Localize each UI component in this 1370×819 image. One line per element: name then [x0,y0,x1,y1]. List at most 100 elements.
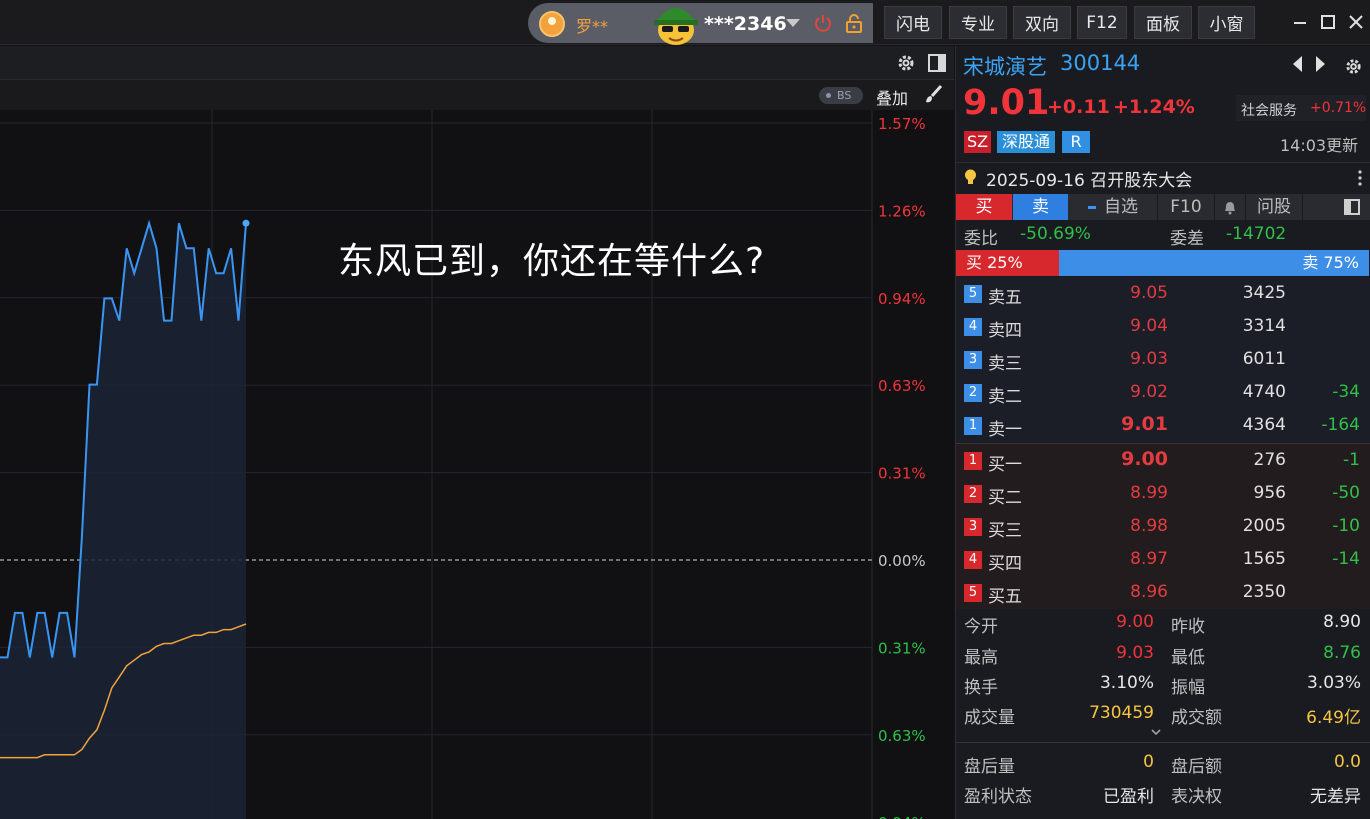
y-axis-label: 0.31% [878,465,926,483]
ratio-label: 委比 [964,229,998,249]
maximize-icon[interactable] [1318,12,1338,32]
pro-button[interactable]: 专业 [949,6,1007,39]
helmet-mascot-icon [654,8,698,45]
level-price[interactable]: 9.05 [1130,283,1168,303]
stock-code[interactable]: 300144 [1060,51,1140,75]
tab-f10[interactable]: F10 [1158,194,1214,220]
promo-caption: 东风已到，你还在等什么? [338,241,766,282]
level-volume: 6011 [1242,349,1286,369]
lock-icon[interactable] [844,13,864,33]
margin-tag-r[interactable]: R [1062,131,1090,153]
gear-icon[interactable] [896,53,916,73]
stats-row: 盘后量 0 盘后额 0.0 [956,750,1370,780]
panel-button[interactable]: 面板 [1134,6,1192,39]
user-avatar[interactable] [539,11,565,37]
tab-watchlist[interactable]: 自选 [1069,194,1157,220]
overlay-button[interactable]: 叠加 [876,85,908,109]
flash-button[interactable]: 闪电 [884,6,942,39]
tab-ask-stock[interactable]: 问股 [1246,194,1302,220]
username: 罗** [576,17,609,36]
level-label: 买五 [988,587,1022,607]
ask-row[interactable]: 1 卖一 9.01 4364 -164 [956,409,1370,442]
prev-close-label: 昨收 [1171,617,1205,637]
price-chart[interactable]: 1.57% 1.26% 0.94% 0.63% 0.31% 0.00% 0.31% 0.63%… [0,110,954,819]
level-index: 4 [964,318,982,336]
level-price[interactable]: 9.04 [1130,316,1168,336]
level-label: 卖五 [988,288,1022,308]
mini-window-button[interactable]: 小窗 [1198,6,1255,39]
tab-layout[interactable] [1333,194,1370,220]
price-change-percent: +1.24% [1113,96,1195,118]
amplitude-label: 振幅 [1171,678,1205,698]
trade-tabs: 买 卖 自选 F10 问股 [956,194,1370,220]
connect-tag[interactable]: 深股通 [997,131,1055,153]
level-volume: 4364 [1242,415,1286,435]
two-way-button[interactable]: 双向 [1013,6,1071,39]
bid-row[interactable]: 3 买三 8.98 2005 -10 [956,510,1370,543]
y-axis-label: 0.63% [878,377,926,395]
bid-row[interactable]: 1 买一 9.00 276 -1 [956,444,1370,477]
turnover-label: 换手 [964,678,998,698]
diff-label: 委差 [1170,229,1204,249]
level-price[interactable]: 9.02 [1130,382,1168,402]
level-volume: 2350 [1242,582,1286,602]
level-price[interactable]: 9.01 [1121,413,1168,435]
level-delta: -10 [1332,516,1360,536]
bid-row[interactable]: 2 买二 8.99 956 -50 [956,477,1370,510]
ask-row[interactable]: 5 卖五 9.05 3425 [956,277,1370,310]
level-index: 5 [964,584,982,602]
chevron-down-icon[interactable] [1151,728,1161,736]
minimize-icon[interactable] [1290,12,1310,32]
more-vertical-icon[interactable] [1358,170,1362,186]
f12-button[interactable]: F12 [1077,6,1127,39]
amplitude-value: 3.03% [1306,673,1361,693]
stats-row: 今开 9.00 昨收 8.90 [956,610,1370,640]
power-icon[interactable] [813,13,833,33]
level-price[interactable]: 8.97 [1130,549,1168,569]
level-volume: 2005 [1242,516,1286,536]
level-delta: -1 [1343,450,1360,470]
profit-status-value: 已盈利 [1103,787,1154,807]
y-axis-label: 0.63% [878,727,926,745]
tab-buy[interactable]: 买 [956,194,1012,220]
ask-row[interactable]: 3 卖三 9.03 6011 [956,343,1370,376]
ask-row[interactable]: 2 卖二 9.02 4740 -34 [956,376,1370,409]
ask-orderbook: 5 卖五 9.05 3425 4 卖四 9.04 3314 3 卖三 9.03 6011 2 卖二 9.02… [956,277,1370,442]
sector-name: 社会服务 [1241,103,1297,119]
panel-toggle-icon[interactable] [928,54,946,72]
bid-row[interactable]: 4 买四 8.97 1565 -14 [956,543,1370,576]
stock-name[interactable]: 宋城演艺 [963,51,1047,81]
bs-toggle[interactable]: BS [819,87,863,104]
bid-row[interactable]: 5 买五 8.96 2350 [956,576,1370,609]
notice-row[interactable]: 2025-09-16 召开股东大会 [956,163,1370,192]
brush-icon[interactable] [922,83,944,105]
next-stock-icon[interactable] [1316,56,1325,72]
bid-orderbook: 1 买一 9.00 276 -1 2 买二 8.99 956 -50 3 买三 8.98 2005 -10 4… [956,443,1370,609]
top-bar: 罗** ***2346 闪电 专业 双向 F12 面板 小窗 [0,0,1370,45]
level-price[interactable]: 8.96 [1130,582,1168,602]
gear-icon[interactable] [1344,57,1363,76]
level-price[interactable]: 9.00 [1121,448,1168,470]
tab-sell[interactable]: 卖 [1013,194,1068,220]
y-axis-label: 1.57% [878,115,926,133]
level-delta: -14 [1332,549,1360,569]
previous-stock-icon[interactable] [1293,56,1302,72]
level-price[interactable]: 8.98 [1130,516,1168,536]
open-value: 9.00 [1116,612,1154,632]
tab-alert[interactable] [1215,194,1245,220]
user-account-pill[interactable]: 罗** ***2346 [528,3,873,45]
level-price[interactable]: 8.99 [1130,483,1168,503]
stats-grid: 今开 9.00 昨收 8.90 最高 9.03 最低 8.76 换手 3.10%… [956,610,1370,730]
diff-value: -14702 [1226,224,1287,244]
y-axis-label: 0.94% [878,814,926,819]
ask-row[interactable]: 4 卖四 9.04 3314 [956,310,1370,343]
level-label: 卖一 [988,420,1022,440]
after-amount-label: 盘后额 [1171,757,1222,777]
close-icon[interactable] [1346,12,1366,32]
high-value: 9.03 [1116,643,1154,663]
chevron-down-icon[interactable] [786,19,800,27]
level-index: 1 [964,417,982,435]
level-index: 3 [964,518,982,536]
level-volume: 4740 [1242,382,1286,402]
level-price[interactable]: 9.03 [1130,349,1168,369]
